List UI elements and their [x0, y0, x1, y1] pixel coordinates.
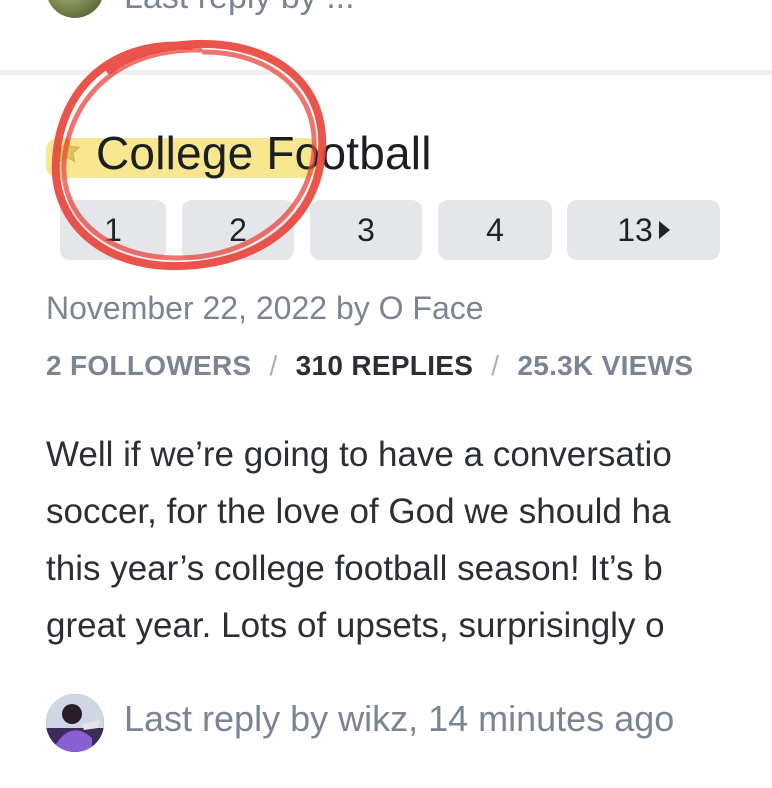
last-reply-text[interactable]: Last reply by wikz, 14 minutes ago	[124, 698, 674, 740]
page-label: 2	[229, 211, 247, 248]
page-label: 1	[104, 211, 122, 248]
excerpt-line: great year. Lots of upsets, surprisingly…	[46, 606, 665, 645]
page-button-2[interactable]: 2	[182, 200, 294, 260]
topic-stats: 2 FOLLOWERS / 310 REPLIES / 25.3K VIEWS	[46, 350, 693, 382]
topic-excerpt[interactable]: Well if we’re going to have a conversati…	[46, 426, 772, 654]
page-label: 13	[617, 211, 653, 248]
followers-count: 2 FOLLOWERS	[46, 350, 252, 381]
excerpt-line: Well if we’re going to have a conversati…	[46, 435, 672, 474]
views-count: 25.3K VIEWS	[517, 350, 694, 381]
page-label: 3	[357, 211, 375, 248]
star-icon[interactable]	[52, 136, 82, 166]
page-label: 4	[486, 211, 504, 248]
previous-topic-strip: Last reply by ...	[0, 0, 772, 18]
topic-meta: November 22, 2022 by O Face	[46, 290, 484, 327]
caret-right-icon	[658, 221, 670, 239]
topic-divider	[0, 70, 772, 75]
replies-count: 310 REPLIES	[295, 350, 474, 381]
stats-separator: /	[491, 350, 500, 381]
avatar[interactable]	[46, 694, 104, 752]
page-button-4[interactable]: 4	[438, 200, 552, 260]
by-word: by	[335, 290, 370, 326]
topic-title[interactable]: College Football	[96, 126, 432, 180]
page-button-3[interactable]: 3	[310, 200, 422, 260]
topic-author[interactable]: O Face	[379, 290, 484, 326]
annotation-circle	[51, 39, 327, 271]
page-button-1[interactable]: 1	[60, 200, 166, 260]
page-button-last[interactable]: 13	[567, 200, 720, 260]
topic-date: November 22, 2022	[46, 290, 328, 326]
excerpt-line: this year’s college football season! It’…	[46, 549, 663, 588]
previous-reply-avatar[interactable]	[46, 0, 104, 18]
previous-last-reply[interactable]: Last reply by ...	[124, 0, 355, 17]
stats-separator: /	[269, 350, 278, 381]
excerpt-line: soccer, for the love of God we should ha	[46, 492, 671, 531]
